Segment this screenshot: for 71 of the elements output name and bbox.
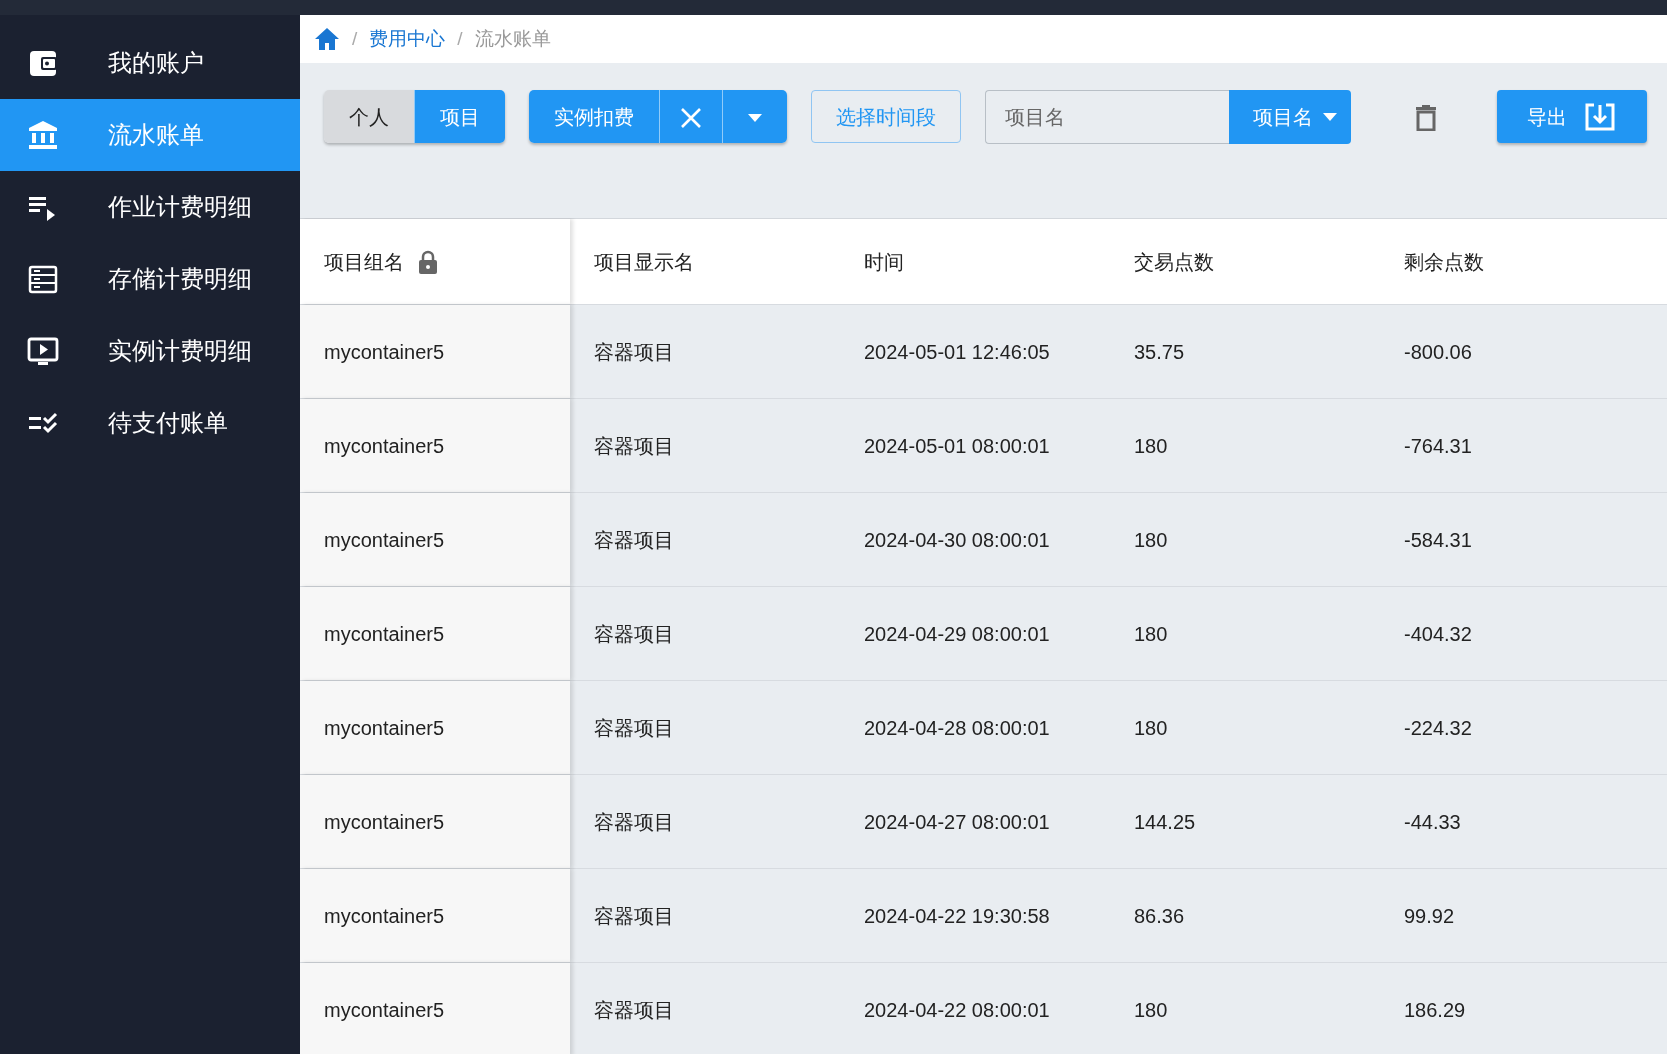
breadcrumb-separator: / — [352, 26, 358, 51]
breadcrumb-link[interactable]: 费用中心 — [369, 24, 446, 54]
column-header: 项目组名 — [324, 249, 404, 275]
table-cell-text: -584.31 — [1404, 527, 1472, 553]
table-cell-text: 容器项目 — [594, 339, 674, 365]
table-cell-text: 容器项目 — [594, 715, 674, 741]
table-cell-text: 35.75 — [1134, 339, 1185, 365]
table-cell-text: mycontainer5 — [324, 339, 445, 365]
trash-icon — [1415, 104, 1437, 131]
breadcrumb-separator: / — [457, 26, 463, 51]
table-cell-text: 容器项目 — [594, 527, 674, 553]
table-cell-text: mycontainer5 — [324, 527, 445, 553]
table-cell-text: -800.06 — [1404, 339, 1472, 365]
delete-button[interactable] — [1415, 104, 1437, 131]
table-cell-text: 2024-04-30 08:00:01 — [864, 527, 1050, 553]
table-cell-text: mycontainer5 — [324, 433, 445, 459]
lock-icon — [418, 249, 438, 274]
table-cell-text: 180 — [1134, 997, 1168, 1023]
time-range-button[interactable]: 选择时间段 — [811, 90, 961, 143]
home-icon[interactable] — [314, 27, 340, 51]
table-cell-text: 180 — [1134, 621, 1168, 647]
scope-tab[interactable]: 个人 — [324, 90, 414, 143]
clear-button[interactable] — [659, 90, 722, 143]
table-cell-text: 186.29 — [1404, 997, 1466, 1023]
close-icon — [680, 107, 702, 130]
table-cell-text: -764.31 — [1404, 433, 1472, 459]
table-cell-text: 容器项目 — [594, 997, 674, 1023]
table-cell-text: 99.92 — [1404, 903, 1455, 929]
column-header: 交易点数 — [1134, 249, 1214, 275]
search-field[interactable]: 项目名 — [985, 90, 1229, 144]
table-cell-text: 180 — [1134, 715, 1168, 741]
table-cell-text: 2024-04-28 08:00:01 — [864, 715, 1050, 741]
sidebar-item[interactable]: 存储计费明细 — [0, 243, 300, 315]
column-header: 项目显示名 — [594, 249, 694, 275]
table-cell-text: 2024-04-27 08:00:01 — [864, 809, 1050, 835]
table-cell-text: -404.32 — [1404, 621, 1472, 647]
column-header: 剩余点数 — [1404, 249, 1484, 275]
column-header: 时间 — [864, 249, 904, 275]
sidebar-item[interactable]: 待支付账单 — [0, 387, 300, 459]
export-button[interactable]: 导出 — [1497, 90, 1647, 143]
bank-icon — [26, 118, 60, 152]
table-cell-text: 180 — [1134, 433, 1168, 459]
table-cell-text: 86.36 — [1134, 903, 1185, 929]
scope-tab[interactable]: 项目 — [414, 90, 505, 143]
table-cell-text: 180 — [1134, 527, 1168, 553]
table-cell-text: mycontainer5 — [324, 809, 445, 835]
table-cell-text: 2024-04-22 19:30:58 — [864, 903, 1050, 929]
table-cell-text: 144.25 — [1134, 809, 1196, 835]
sidebar-item[interactable]: 作业计费明细 — [0, 171, 300, 243]
sidebar-item[interactable]: 我的账户 — [0, 27, 300, 99]
table-cell-text: 2024-05-01 12:46:05 — [864, 339, 1050, 365]
table-cell-text: 2024-04-29 08:00:01 — [864, 621, 1050, 647]
table-cell-text: 容器项目 — [594, 903, 674, 929]
search-field-select[interactable]: 项目名 — [1229, 90, 1351, 144]
table-cell-text: 2024-05-01 08:00:01 — [864, 433, 1050, 459]
caret-icon — [1323, 113, 1337, 121]
table-cell-text: mycontainer5 — [324, 715, 445, 741]
sidebar-item[interactable]: 流水账单 — [0, 99, 300, 171]
table-cell-text: -44.33 — [1404, 809, 1461, 835]
table-cell-text: 2024-04-22 08:00:01 — [864, 997, 1050, 1023]
table-cell-text: mycontainer5 — [324, 903, 445, 929]
table-cell-text: -224.32 — [1404, 715, 1472, 741]
caret-icon — [748, 114, 762, 123]
table-cell-text: 容器项目 — [594, 809, 674, 835]
download-icon — [1583, 101, 1617, 132]
table-cell-text: 容器项目 — [594, 621, 674, 647]
table-cell-text: mycontainer5 — [324, 997, 445, 1023]
filter-button[interactable]: 实例扣费 — [529, 90, 659, 143]
sidebar-item[interactable]: 实例计费明细 — [0, 315, 300, 387]
table-cell-text: 容器项目 — [594, 433, 674, 459]
table-cell-text: mycontainer5 — [324, 621, 445, 647]
